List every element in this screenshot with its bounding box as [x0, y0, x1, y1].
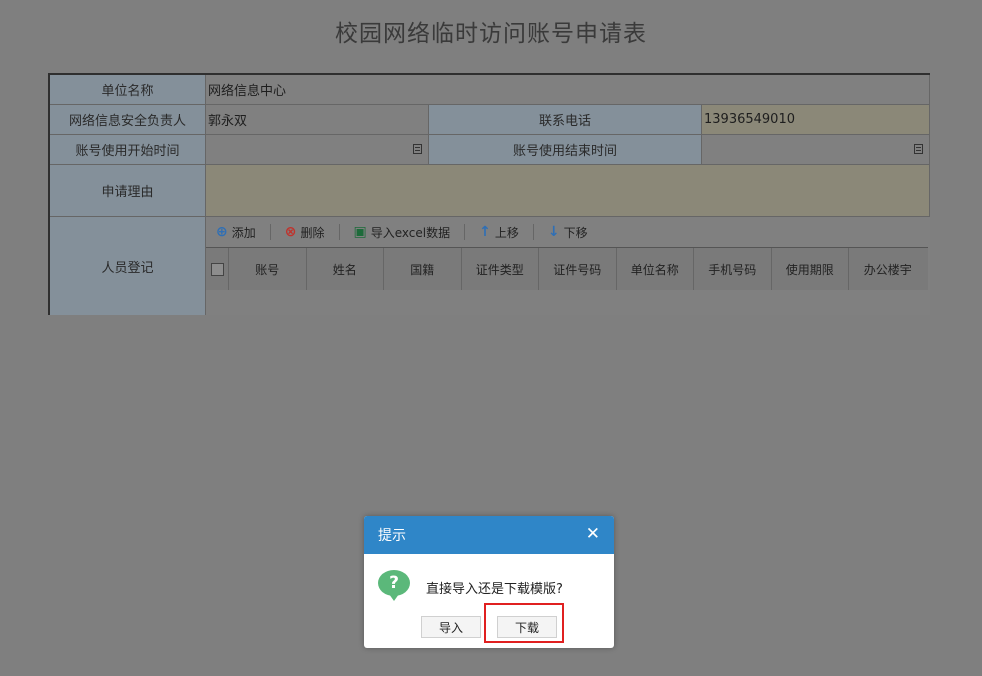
toolbar-divider: [464, 224, 466, 240]
column-header[interactable]: 使用期限: [772, 248, 849, 290]
plus-icon: ⊕: [216, 224, 228, 240]
column-header[interactable]: 国籍: [384, 248, 462, 290]
add-label: 添加: [231, 225, 256, 240]
column-header[interactable]: 证件类型: [462, 248, 539, 290]
select-all-checkbox[interactable]: [206, 248, 229, 290]
application-form: 单位名称 网络信息中心 网络信息安全负责人 郭永双 联系电话 139365490…: [48, 73, 930, 315]
import-button[interactable]: 导入: [421, 616, 481, 638]
phone-label: 联系电话: [429, 105, 702, 135]
question-icon: ?: [378, 570, 410, 601]
start-time-field[interactable]: [206, 135, 429, 165]
security-owner-label: 网络信息安全负责人: [50, 105, 206, 135]
column-header[interactable]: 账号: [229, 248, 307, 290]
excel-icon: ▣: [353, 224, 367, 240]
grid-header: 账号 姓名 国籍 证件类型 证件号码 单位名称 手机号码 使用期限 办公楼宇: [206, 248, 928, 290]
arrow-up-icon: ↑: [479, 224, 491, 240]
move-up-label: 上移: [494, 225, 519, 240]
start-time-label: 账号使用开始时间: [50, 135, 206, 165]
phone-field[interactable]: 13936549010: [702, 105, 930, 135]
move-up-button[interactable]: ↑ 上移: [469, 220, 529, 244]
reason-label: 申请理由: [50, 165, 206, 217]
dialog-header: 提示 ✕: [364, 516, 614, 554]
calendar-icon[interactable]: [413, 144, 422, 154]
unit-name-label: 单位名称: [50, 75, 206, 105]
column-header[interactable]: 手机号码: [694, 248, 772, 290]
import-excel-button[interactable]: ▣ 导入excel数据: [344, 220, 461, 244]
toolbar-divider: [269, 224, 271, 240]
unit-name-field[interactable]: 网络信息中心: [206, 75, 930, 105]
grid-toolbar: ⊕ 添加 ⊗ 删除 ▣ 导入excel数据 ↑ 上移 ↓ 下移: [206, 217, 928, 248]
calendar-icon[interactable]: [914, 144, 923, 154]
security-owner-field[interactable]: 郭永双: [206, 105, 429, 135]
dialog-title: 提示: [378, 528, 406, 544]
column-header[interactable]: 单位名称: [617, 248, 694, 290]
toolbar-divider: [532, 224, 534, 240]
column-header[interactable]: 证件号码: [539, 248, 617, 290]
delete-icon: ⊗: [284, 224, 297, 240]
dialog-message: 直接导入还是下载模版?: [426, 582, 563, 597]
delete-label: 删除: [300, 225, 325, 240]
arrow-down-icon: ↓: [547, 224, 560, 240]
close-icon[interactable]: ✕: [586, 526, 600, 543]
page-title: 校园网络临时访问账号申请表: [335, 21, 647, 47]
end-time-label: 账号使用结束时间: [429, 135, 702, 165]
column-header[interactable]: 姓名: [307, 248, 384, 290]
toolbar-divider: [338, 224, 340, 240]
import-excel-label: 导入excel数据: [370, 225, 451, 240]
checkbox-icon: [210, 262, 224, 276]
end-time-field[interactable]: [702, 135, 930, 165]
move-down-button[interactable]: ↓ 下移: [538, 220, 598, 244]
personnel-label: 人员登记: [50, 217, 206, 315]
download-highlight-box: [484, 603, 564, 643]
delete-button[interactable]: ⊗ 删除: [275, 220, 335, 244]
column-header[interactable]: 办公楼宇: [849, 248, 927, 290]
reason-field[interactable]: [206, 165, 930, 217]
move-down-label: 下移: [563, 225, 588, 240]
add-button[interactable]: ⊕ 添加: [206, 220, 266, 244]
